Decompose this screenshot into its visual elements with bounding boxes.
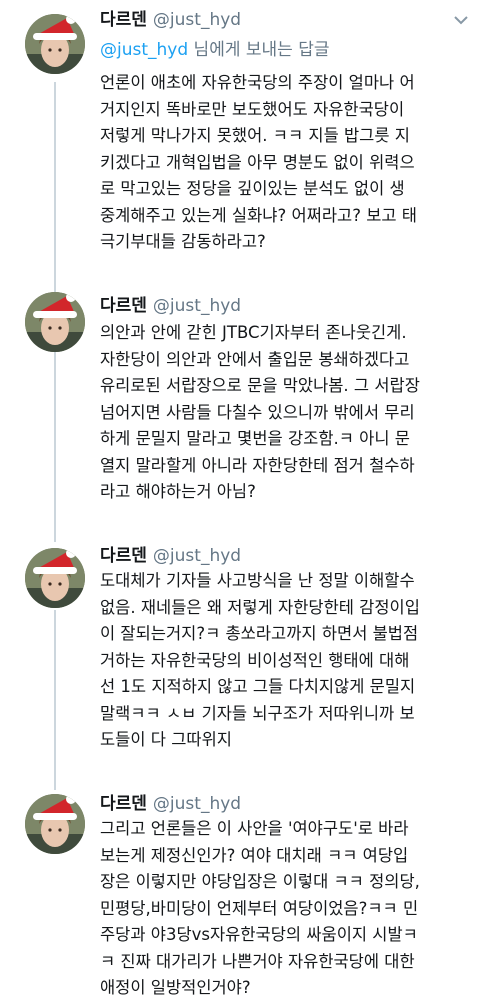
tweet-text-line: 의안과 안에 갇힌 JTBC기자부터 존나웃긴게.: [100, 323, 407, 342]
tweet-text-line: 중계해주고 있는게 실화냐? 어쩌라고? 보고 태: [100, 205, 417, 225]
tweet-text-line: 열지 말라할게 아니라 자한당한테 점거 철수하: [100, 455, 415, 475]
tweet-text-line: 키겠다고 개혁입법을 아무 명분도 없이 위력으: [100, 152, 415, 172]
user-handle[interactable]: @just_hyd: [153, 794, 241, 814]
user-handle[interactable]: @just_hyd: [153, 546, 241, 566]
tweet[interactable]: 다르덴 @just_hyd 그리고 언론들은 이 사안을 '여야구도'로 바라 보…: [0, 786, 480, 1003]
user-handle[interactable]: @just_hyd: [153, 296, 241, 316]
tweet-text-line: 도대체가 기자들 사고방식을 난 정말 이해할수: [100, 571, 415, 590]
tweet[interactable]: 다르덴 @just_hyd 의안과 안에 갇힌 JTBC기자부터 존나웃긴게. 자…: [0, 288, 480, 548]
tweet-text-line: 넘어지면 사람들 다칠수 있으니까 밖에서 무리: [100, 402, 415, 422]
tweet-text-line: 라고 해야하는거 아님?: [100, 482, 256, 501]
tweet-text: 그리고 언론들은 이 사안을 '여야구도'로 바라 보는게 제정신인가? 여야 …: [100, 816, 465, 1002]
avatar[interactable]: [25, 14, 85, 74]
tweet-header: 다르덴 @just_hyd: [100, 792, 241, 816]
avatar[interactable]: [25, 794, 85, 854]
tweet-text-line: 거하는 자유한국당의 비이성적인 행태에 대해: [100, 650, 410, 670]
tweet-text: 도대체가 기자들 사고방식을 난 정말 이해할수 없음. 재네들은 왜 저렇게 …: [100, 568, 465, 754]
display-name[interactable]: 다르덴: [100, 10, 147, 30]
avatar[interactable]: [25, 548, 85, 608]
tweet-text-line: ㅋ 진짜 대가리가 나쁜거야 자유한국당에 대한: [100, 951, 415, 971]
tweet-header: 다르덴 @just_hyd: [100, 544, 241, 568]
reply-mention-link[interactable]: @just_hyd: [100, 40, 188, 60]
avatar[interactable]: [25, 292, 85, 352]
tweet-text-line: 장은 이렇지만 야당입장은 이렇대 ㅋㅋ 정의당,: [100, 872, 420, 891]
chevron-down-icon[interactable]: [453, 14, 469, 26]
display-name[interactable]: 다르덴: [100, 794, 147, 814]
user-handle[interactable]: @just_hyd: [153, 10, 241, 30]
tweet-text-line: 이 잘되는거지?ㅋ 총쏘라고까지 하면서 불법점: [100, 624, 419, 643]
tweet[interactable]: 다르덴 @just_hyd @just_hyd 님에게 보내는 답글 언론이 애초…: [0, 0, 480, 292]
tweet-text-line: 주당과 야3당vs자유한국당의 싸움이지 시발ㅋ: [100, 925, 418, 944]
tweet-text-line: 없음. 재네들은 왜 저렇게 자한당한테 감정이입: [100, 597, 420, 617]
tweet-text-line: 유리로된 서랍장으로 문을 막았나봄. 그 서랍장: [100, 376, 420, 395]
tweet-header: 다르덴 @just_hyd: [100, 8, 241, 32]
tweet-text-line: 도들이 다 그따위지: [100, 730, 232, 749]
tweet-text-line: 거지인지 똑바로만 보도했어도 자유한국당이: [100, 99, 405, 119]
reply-context-text: 님에게 보내는 답글: [188, 40, 330, 60]
tweet-text-line: 저렇게 막나가지 못했어. ㅋㅋ 지들 밥그릇 지: [100, 126, 410, 145]
tweet-text-line: 언론이 애초에 자유한국당의 주장이 얼마나 어: [100, 73, 415, 92]
tweet-text-line: 자한당이 의안과 안에서 출입문 봉쇄하겠다고: [100, 349, 410, 369]
tweet[interactable]: 다르덴 @just_hyd 도대체가 기자들 사고방식을 난 정말 이해할수 없음…: [0, 538, 480, 788]
display-name[interactable]: 다르덴: [100, 546, 147, 566]
tweet-text: 언론이 애초에 자유한국당의 주장이 얼마나 어 거지인지 똑바로만 보도했어도…: [100, 70, 465, 256]
display-name[interactable]: 다르덴: [100, 296, 147, 316]
tweet-text-line: 하게 문밀지 말라고 몇번을 강조함.ㅋ 아니 문: [100, 429, 410, 448]
tweet-text-line: 극기부대들 감동하라고?: [100, 232, 266, 251]
tweet-text-line: 말랙ㅋㅋ ㅅㅂ 기자들 뇌구조가 저따위니까 보: [100, 703, 415, 723]
reply-context: @just_hyd 님에게 보내는 답글: [100, 38, 330, 62]
tweet-text-line: 그리고 언론들은 이 사안을 '여야구도'로 바라: [100, 819, 409, 838]
tweet-text-line: 애정이 일방적인거야?: [100, 978, 251, 997]
tweet-text-line: 선 1도 지적하지 않고 그들 다치지않게 문밀지: [100, 677, 416, 696]
tweet-text: 의안과 안에 갇힌 JTBC기자부터 존나웃긴게. 자한당이 의안과 안에서 출…: [100, 320, 465, 506]
tweet-text-line: 보는게 제정신인가? 여야 대치래 ㅋㅋ 여당입: [100, 845, 409, 865]
tweet-text-line: 로 막고있는 정당을 깊이있는 분석도 없이 생: [100, 179, 405, 198]
tweet-header: 다르덴 @just_hyd: [100, 294, 241, 318]
tweet-text-line: 민평당,바미당이 언제부터 여당이었음?ㅋㅋ 민: [100, 898, 419, 918]
